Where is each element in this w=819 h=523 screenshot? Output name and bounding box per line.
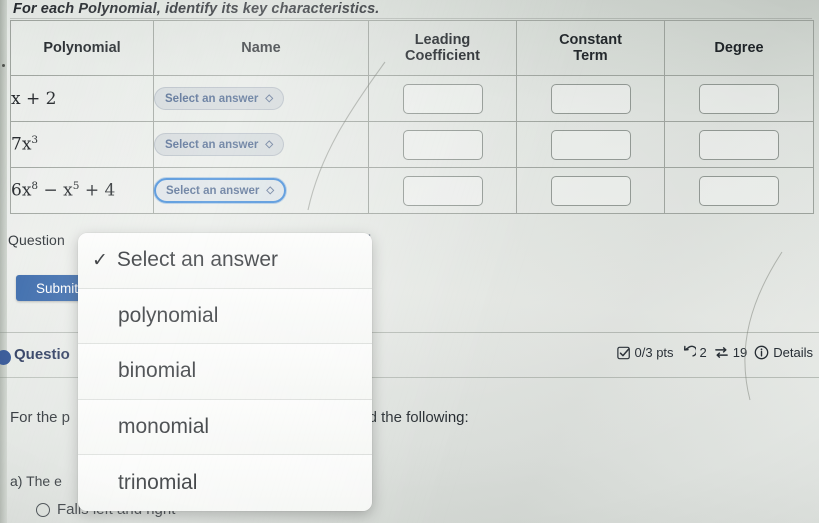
polynomial-expression: 6x8 − x5 + 4 (10, 167, 154, 214)
column-header-constant-term: Constant Term (516, 20, 665, 76)
leading-coefficient-input[interactable] (402, 129, 483, 160)
constant-term-input[interactable] (550, 175, 631, 206)
constant-term-input[interactable] (550, 129, 631, 160)
question2-part-a: a) The e (10, 473, 62, 489)
leading-coefficient-cell (368, 121, 517, 168)
dropdown-option-label: polynomial (118, 303, 219, 327)
degree-cell (664, 167, 814, 214)
screen-photo: For each Polynomial, identify its key ch… (0, 0, 819, 523)
radio-button-icon[interactable] (36, 502, 50, 517)
dropdown-option-label: Select an answer (116, 248, 279, 272)
undo-arrow-icon (681, 345, 696, 360)
question2-status-bar: 0/3 pts 2 19 Details (616, 345, 813, 360)
dropdown-option-trinomial[interactable]: trinomial (78, 455, 372, 511)
dropdown-option-label: trinomial (118, 470, 198, 494)
degree-input[interactable] (699, 129, 779, 160)
column-header-leading-coefficient: Leading Coefficient (368, 20, 517, 76)
name-select-cell: Select an answer ◇ (153, 167, 369, 214)
chevron-updown-icon: ◇ (265, 92, 274, 104)
polynomial-table: Polynomial Name Leading Coefficient Cons… (10, 20, 814, 214)
name-select-label: Select an answer (165, 138, 259, 151)
dropdown-option-label: monomial (118, 414, 210, 438)
question1-label: Question (8, 232, 65, 248)
name-select-label: Select an answer (165, 92, 259, 105)
degree-cell (664, 75, 814, 122)
column-header-degree: Degree (664, 20, 814, 76)
dropdown-option-label: binomial (118, 359, 197, 383)
degree-input[interactable] (699, 83, 779, 114)
leading-coefficient-input[interactable] (402, 83, 483, 114)
constant-term-cell (516, 121, 665, 168)
polynomial-expression: 7x3 (10, 121, 154, 168)
polynomial-table-wrapper: Polynomial Name Leading Coefficient Cons… (10, 20, 814, 214)
answer-dropdown-menu[interactable]: ✓ Select an answer polynomial binomial m… (78, 233, 372, 511)
name-select-cell: Select an answer ◇ (153, 121, 369, 168)
header-line-1: Constant (559, 31, 622, 48)
constant-term-cell (516, 75, 665, 122)
constant-term-cell (516, 167, 665, 214)
gutter-dot (2, 64, 5, 67)
question-bullet-icon (0, 350, 11, 365)
name-select-label: Select an answer (166, 184, 260, 197)
question2-label: Questio (14, 346, 70, 363)
details-link[interactable]: Details (754, 345, 813, 360)
name-select-cell: Select an answer ◇ (153, 75, 369, 122)
name-select-dropdown[interactable]: Select an answer ◇ (154, 133, 285, 156)
name-select-dropdown-focused[interactable]: Select an answer ◇ (154, 178, 287, 203)
check-icon: ✓ (92, 249, 108, 271)
header-line-2: Term (573, 48, 608, 64)
table-row: 6x8 − x5 + 4 Select an answer ◇ (10, 167, 814, 214)
shuffles-value: 19 (732, 345, 748, 360)
points-status: 0/3 pts (616, 345, 674, 360)
dropdown-option-monomial[interactable]: monomial (78, 399, 372, 455)
header-line-2: Coefficient (405, 48, 480, 64)
leading-coefficient-cell (368, 75, 517, 122)
page-title: For each Polynomial, identify its key ch… (10, 0, 812, 19)
column-header-polynomial: Polynomial (10, 20, 154, 76)
checkbox-icon (616, 346, 631, 360)
leading-coefficient-cell (368, 167, 517, 214)
name-select-dropdown[interactable]: Select an answer ◇ (154, 87, 285, 110)
swap-arrows-icon (714, 345, 729, 360)
header-line-1: Leading (414, 31, 471, 48)
dropdown-option-polynomial[interactable]: polynomial (78, 288, 372, 344)
info-circle-icon (754, 345, 769, 360)
attempts-value: 2 (699, 345, 707, 360)
details-label: Details (773, 345, 813, 360)
attempts-status: 2 (681, 345, 707, 360)
leading-coefficient-input[interactable] (402, 175, 483, 206)
table-header-row: Polynomial Name Leading Coefficient Cons… (10, 20, 814, 76)
degree-cell (664, 121, 814, 168)
table-row: x + 2 Select an answer ◇ (10, 75, 814, 122)
left-gutter (0, 0, 7, 523)
column-header-name: Name (153, 20, 369, 76)
table-row: 7x3 Select an answer ◇ (10, 121, 814, 168)
dropdown-option-binomial[interactable]: binomial (78, 344, 372, 400)
points-value: 0/3 pts (634, 345, 674, 360)
shuffles-status: 19 (714, 345, 747, 360)
pen-mark (744, 251, 783, 401)
constant-term-input[interactable] (550, 83, 631, 114)
question2-body-prefix: For the p (10, 409, 71, 426)
chevron-updown-icon: ◇ (265, 138, 274, 150)
dropdown-option-select-an-answer[interactable]: ✓ Select an answer (78, 233, 372, 289)
polynomial-expression: x + 2 (10, 75, 154, 122)
degree-input[interactable] (699, 175, 779, 206)
chevron-updown-icon: ◇ (266, 184, 275, 196)
